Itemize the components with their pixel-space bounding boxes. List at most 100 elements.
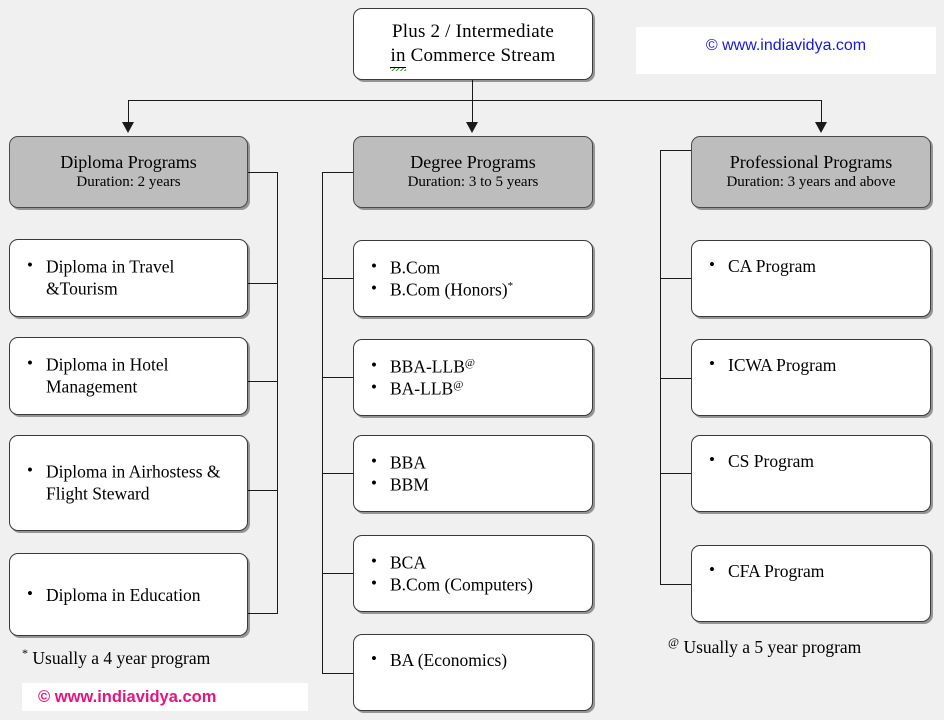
list-item-text: BCA (390, 552, 426, 573)
header-diploma-inner: Diploma Programs Duration: 2 years (10, 137, 247, 207)
leaf-degree-ba-economics[interactable]: BA (Economics) (353, 634, 593, 711)
watermark-top-text: © www.indiavidya.com (705, 36, 867, 54)
leaf-degree-ba-economics-inner: BA (Economics) (368, 648, 584, 671)
watermark-top-right: © www.indiavidya.com (636, 27, 936, 74)
leaf-professional-cs[interactable]: CS Program (691, 435, 931, 512)
leaf-degree-bcom-inner: B.Com B.Com (Honors)* (368, 255, 584, 301)
degree-spine-stub-header (322, 172, 353, 173)
list-item-text: B.Com (390, 257, 441, 278)
leaf-professional-icwa-inner: ICWA Program (706, 353, 922, 376)
degree-stub-1 (322, 278, 353, 279)
list-item: B.Com (368, 255, 584, 278)
watermark-bottom-left: © www.indiavidya.com (22, 683, 308, 711)
degree-stub-4 (322, 573, 353, 574)
diploma-spine-vertical (277, 172, 278, 613)
leaf-diploma-airhostess-inner: Diploma in Airhostess & Flight Steward (24, 460, 239, 506)
professional-stub-4 (660, 584, 691, 585)
list-item-text: Diploma in Hotel Management (46, 354, 169, 397)
root-node-line1: Plus 2 / Intermediate (392, 21, 554, 43)
leaf-degree-bca-list: BCA B.Com (Computers) (368, 550, 584, 596)
professional-stub-1 (660, 278, 691, 279)
leaf-professional-ca-list: CA Program (706, 254, 922, 277)
trunk-vertical-from-root (472, 80, 473, 101)
list-item-text: ICWA Program (728, 355, 837, 375)
root-node-plus2-intermediate[interactable]: Plus 2 / Intermediate in Commerce Stream (353, 8, 593, 80)
leaf-diploma-airhostess-flight-steward[interactable]: Diploma in Airhostess & Flight Steward (9, 435, 248, 531)
header-diploma-duration: Duration: 2 years (76, 173, 181, 190)
list-item: CS Program (706, 449, 922, 472)
leaf-degree-bcom-list: B.Com B.Com (Honors)* (368, 255, 584, 301)
list-item-text: BBM (390, 474, 429, 495)
footnote-mark-at: @ (464, 356, 476, 369)
trunk-drop-diploma (128, 100, 129, 124)
header-diploma-programs[interactable]: Diploma Programs Duration: 2 years (9, 136, 248, 208)
footnote-right-text: Usually a 5 year program (679, 637, 862, 657)
header-degree-inner: Degree Programs Duration: 3 to 5 years (354, 137, 592, 207)
leaf-professional-cs-list: CS Program (706, 449, 922, 472)
list-item-text: BA (Economics) (390, 650, 508, 670)
leaf-professional-icwa-list: ICWA Program (706, 353, 922, 376)
trunk-horizontal-bus (128, 100, 822, 101)
header-degree-programs[interactable]: Degree Programs Duration: 3 to 5 years (353, 136, 593, 208)
header-professional-programs[interactable]: Professional Programs Duration: 3 years … (691, 136, 931, 208)
list-item-text: CS Program (728, 451, 815, 471)
list-item-text: CFA Program (728, 561, 825, 581)
professional-spine-stub-header (660, 150, 691, 151)
leaf-degree-bba-bbm[interactable]: BBA BBM (353, 435, 593, 512)
list-item-text: BA-LLB (390, 378, 454, 399)
leaf-degree-bca-bcom-computers[interactable]: BCA B.Com (Computers) (353, 535, 593, 612)
leaf-degree-bcom[interactable]: B.Com B.Com (Honors)* (353, 240, 593, 317)
header-diploma-title: Diploma Programs (60, 151, 197, 172)
leaf-diploma-airhostess-list: Diploma in Airhostess & Flight Steward (24, 460, 239, 506)
list-item: Diploma in Airhostess & Flight Steward (24, 460, 239, 506)
professional-stub-2 (660, 378, 691, 379)
leaf-degree-llb[interactable]: BBA-LLB@ BA-LLB@ (353, 339, 593, 416)
watermark-bottom-text: © www.indiavidya.com (38, 687, 217, 706)
arrowhead-professional (815, 122, 827, 133)
leaf-professional-ca[interactable]: CA Program (691, 240, 931, 317)
leaf-diploma-travel-tourism[interactable]: Diploma in Travel &Tourism (9, 239, 248, 317)
leaf-degree-bca-inner: BCA B.Com (Computers) (368, 550, 584, 596)
leaf-diploma-hotel-management[interactable]: Diploma in Hotel Management (9, 337, 248, 415)
list-item: BA (Economics) (368, 648, 584, 671)
leaf-diploma-hotel-management-list: Diploma in Hotel Management (24, 353, 239, 399)
footnote-left-4-year: * Usually a 4 year program (22, 647, 210, 669)
leaf-professional-cfa-inner: CFA Program (706, 559, 922, 582)
list-item-text: BBA (390, 452, 426, 473)
trunk-drop-professional (821, 100, 822, 124)
list-item-text: B.Com (Honors) (390, 279, 508, 300)
leaf-degree-llb-list: BBA-LLB@ BA-LLB@ (368, 354, 584, 400)
list-item-text: CA Program (728, 256, 816, 276)
leaf-degree-llb-inner: BBA-LLB@ BA-LLB@ (368, 354, 584, 400)
footnote-mark-asterisk: * (507, 279, 514, 292)
list-item: CFA Program (706, 559, 922, 582)
leaf-diploma-travel-tourism-inner: Diploma in Travel &Tourism (24, 255, 239, 301)
arrowhead-degree (466, 122, 478, 133)
diploma-stub-4 (248, 613, 278, 614)
leaf-degree-bba-bbm-inner: BBA BBM (368, 450, 584, 496)
leaf-diploma-hotel-management-inner: Diploma in Hotel Management (24, 353, 239, 399)
list-item: Diploma in Education (24, 582, 239, 605)
leaf-professional-cfa[interactable]: CFA Program (691, 545, 931, 622)
professional-spine-vertical (660, 150, 661, 585)
leaf-degree-bba-bbm-list: BBA BBM (368, 450, 584, 496)
diploma-stub-1 (248, 283, 278, 284)
root-node-line2-rest: Commerce Stream (405, 44, 556, 66)
footnote-mark-at: @ (453, 378, 464, 391)
degree-spine-vertical (322, 172, 323, 673)
diploma-stub-2 (248, 381, 278, 382)
list-item-text: Diploma in Education (46, 584, 201, 605)
footnote-right-5-year: @ Usually a 5 year program (668, 636, 862, 658)
list-item-text: Diploma in Travel &Tourism (46, 256, 175, 299)
leaf-diploma-education-inner: Diploma in Education (24, 582, 239, 605)
header-degree-duration: Duration: 3 to 5 years (407, 173, 539, 190)
leaf-diploma-education-list: Diploma in Education (24, 582, 239, 605)
degree-stub-3 (322, 473, 353, 474)
list-item-text: Diploma in Airhostess & Flight Steward (46, 461, 221, 504)
arrowhead-diploma (122, 122, 134, 133)
leaf-diploma-education[interactable]: Diploma in Education (9, 553, 248, 636)
list-item: BBA (368, 450, 584, 473)
leaf-professional-icwa[interactable]: ICWA Program (691, 339, 931, 416)
list-item-text: BBA-LLB (390, 356, 465, 377)
list-item: ICWA Program (706, 353, 922, 376)
